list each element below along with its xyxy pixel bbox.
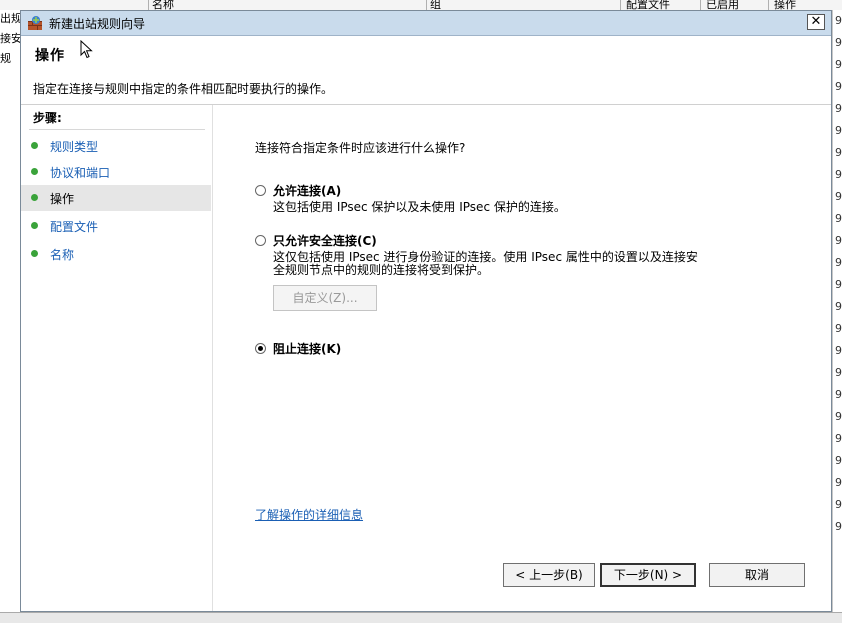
page-title: 操作 <box>35 48 65 64</box>
bg-right-digit: 9 <box>835 432 842 445</box>
bg-right-digit: 9 <box>835 58 842 71</box>
background-left-panel: 出规 接安 规 <box>0 10 22 622</box>
bg-left-text: 接安 <box>0 32 22 45</box>
bg-right-digit: 9 <box>835 454 842 467</box>
bg-right-digit: 9 <box>835 520 842 533</box>
bg-right-digit: 9 <box>835 80 842 93</box>
step-action[interactable]: 操作 <box>21 185 211 211</box>
learn-more-link[interactable]: 了解操作的详细信息 <box>255 506 363 523</box>
steps-divider <box>29 129 205 130</box>
window-title: 新建出站规则向导 <box>49 17 146 31</box>
customize-button[interactable]: 自定义(Z)... <box>273 285 377 311</box>
allow-secure-connection-radio[interactable] <box>255 235 266 246</box>
action-question: 连接符合指定条件时应该进行什么操作? <box>255 141 466 155</box>
bg-right-digit: 9 <box>835 36 842 49</box>
step-label: 操作 <box>50 192 75 206</box>
allow-secure-connection-description-line2: 全规则节点中的规则的连接将受到保护。 <box>273 263 490 277</box>
background-right-column: 9 9 9 9 9 9 9 9 9 9 9 9 9 9 9 9 9 9 9 9 9 9 9 9 <box>832 10 842 622</box>
wizard-header: 操作 指定在连接与规则中指定的条件相匹配时要执行的操作。 <box>21 36 831 105</box>
step-label[interactable]: 名称 <box>50 246 74 263</box>
title-bar[interactable]: 新建出站规则向导 ✕ <box>21 11 831 36</box>
bg-left-text: 规 <box>0 52 11 65</box>
back-button[interactable]: < 上一步(B) <box>503 563 595 587</box>
block-connection-label[interactable]: 阻止连接(K) <box>273 340 341 357</box>
bg-right-digit: 9 <box>835 190 842 203</box>
bg-right-digit: 9 <box>835 146 842 159</box>
bg-right-digit: 9 <box>835 102 842 115</box>
bg-right-digit: 9 <box>835 14 842 27</box>
step-bullet-icon <box>31 168 38 175</box>
bg-right-digit: 9 <box>835 344 842 357</box>
new-outbound-rule-wizard: 新建出站规则向导 ✕ 操作 指定在连接与规则中指定的条件相匹配时要执行的操作。 … <box>20 10 832 612</box>
bg-right-digit: 9 <box>835 124 842 137</box>
step-rule-type[interactable]: 规则类型 <box>21 133 211 159</box>
step-bullet-icon <box>31 250 38 257</box>
bg-left-text: 出规 <box>0 12 22 25</box>
allow-connection-label[interactable]: 允许连接(A) <box>273 182 341 199</box>
bg-right-digit: 9 <box>835 256 842 269</box>
bg-right-digit: 9 <box>835 410 842 423</box>
step-bullet-icon <box>31 194 38 201</box>
background-status-bar <box>0 612 842 623</box>
next-button[interactable]: 下一步(N) > <box>600 563 696 587</box>
step-label[interactable]: 配置文件 <box>50 218 98 235</box>
allow-secure-connection-label[interactable]: 只允许安全连接(C) <box>273 232 377 249</box>
step-bullet-icon <box>31 222 38 229</box>
cancel-button[interactable]: 取消 <box>709 563 805 587</box>
bg-right-digit: 9 <box>835 498 842 511</box>
bg-right-digit: 9 <box>835 234 842 247</box>
steps-panel: 步骤: 规则类型 协议和端口 操作 配置文件 名称 <box>21 105 213 611</box>
allow-connection-radio[interactable] <box>255 185 266 196</box>
bg-right-digit: 9 <box>835 300 842 313</box>
mouse-pointer-icon <box>80 39 94 60</box>
bg-right-digit: 9 <box>835 388 842 401</box>
firewall-icon <box>27 15 43 31</box>
step-profile[interactable]: 配置文件 <box>21 213 211 239</box>
bg-right-digit: 9 <box>835 322 842 335</box>
step-bullet-icon <box>31 142 38 149</box>
step-label[interactable]: 规则类型 <box>50 138 98 155</box>
bg-right-digit: 9 <box>835 366 842 379</box>
bg-right-digit: 9 <box>835 212 842 225</box>
step-protocol-ports[interactable]: 协议和端口 <box>21 159 211 185</box>
step-name[interactable]: 名称 <box>21 241 211 267</box>
allow-connection-description: 这包括使用 IPsec 保护以及未使用 IPsec 保护的连接。 <box>273 200 566 214</box>
bg-right-digit: 9 <box>835 168 842 181</box>
close-button[interactable]: ✕ <box>807 14 825 30</box>
steps-title: 步骤: <box>33 111 62 125</box>
bg-right-digit: 9 <box>835 278 842 291</box>
page-description: 指定在连接与规则中指定的条件相匹配时要执行的操作。 <box>33 82 334 96</box>
action-content: 连接符合指定条件时应该进行什么操作? 允许连接(A) 这包括使用 IPsec 保… <box>213 105 831 611</box>
bg-right-digit: 9 <box>835 476 842 489</box>
step-label[interactable]: 协议和端口 <box>50 164 110 181</box>
block-connection-radio[interactable] <box>255 343 266 354</box>
